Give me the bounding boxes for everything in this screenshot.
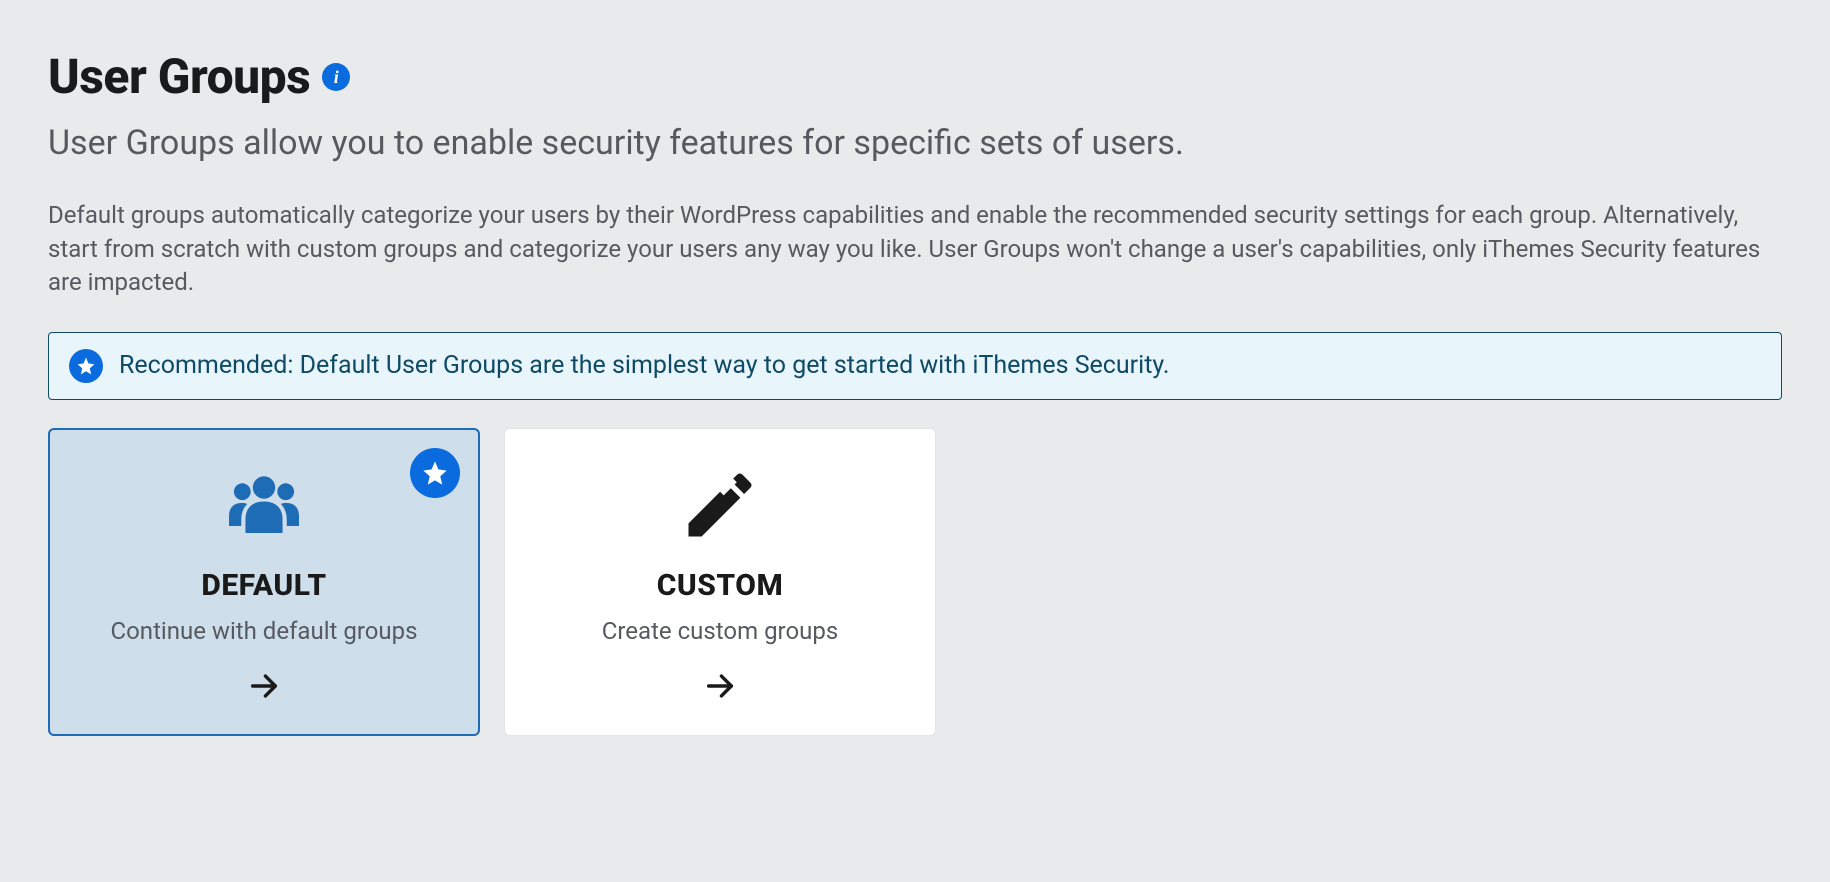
page-subtitle: User Groups allow you to enable security… bbox=[48, 123, 1782, 163]
page-title: User Groups bbox=[48, 48, 310, 105]
users-icon bbox=[222, 460, 306, 550]
info-icon[interactable]: i bbox=[322, 63, 350, 91]
option-custom-title: CUSTOM bbox=[657, 568, 783, 603]
option-cards: DEFAULT Continue with default groups CUS… bbox=[48, 428, 1782, 736]
option-default-desc: Continue with default groups bbox=[111, 617, 418, 645]
recommended-star-icon bbox=[410, 448, 460, 498]
recommendation-banner: Recommended: Default User Groups are the… bbox=[48, 332, 1782, 400]
star-icon bbox=[69, 349, 103, 383]
arrow-right-icon bbox=[247, 669, 281, 703]
pencil-icon bbox=[678, 460, 762, 550]
option-card-custom[interactable]: CUSTOM Create custom groups bbox=[504, 428, 936, 736]
arrow-right-icon bbox=[703, 669, 737, 703]
option-card-default[interactable]: DEFAULT Continue with default groups bbox=[48, 428, 480, 736]
page-description: Default groups automatically categorize … bbox=[48, 199, 1778, 300]
recommendation-text: Recommended: Default User Groups are the… bbox=[119, 351, 1170, 380]
option-custom-desc: Create custom groups bbox=[602, 617, 838, 645]
option-default-title: DEFAULT bbox=[201, 568, 326, 603]
